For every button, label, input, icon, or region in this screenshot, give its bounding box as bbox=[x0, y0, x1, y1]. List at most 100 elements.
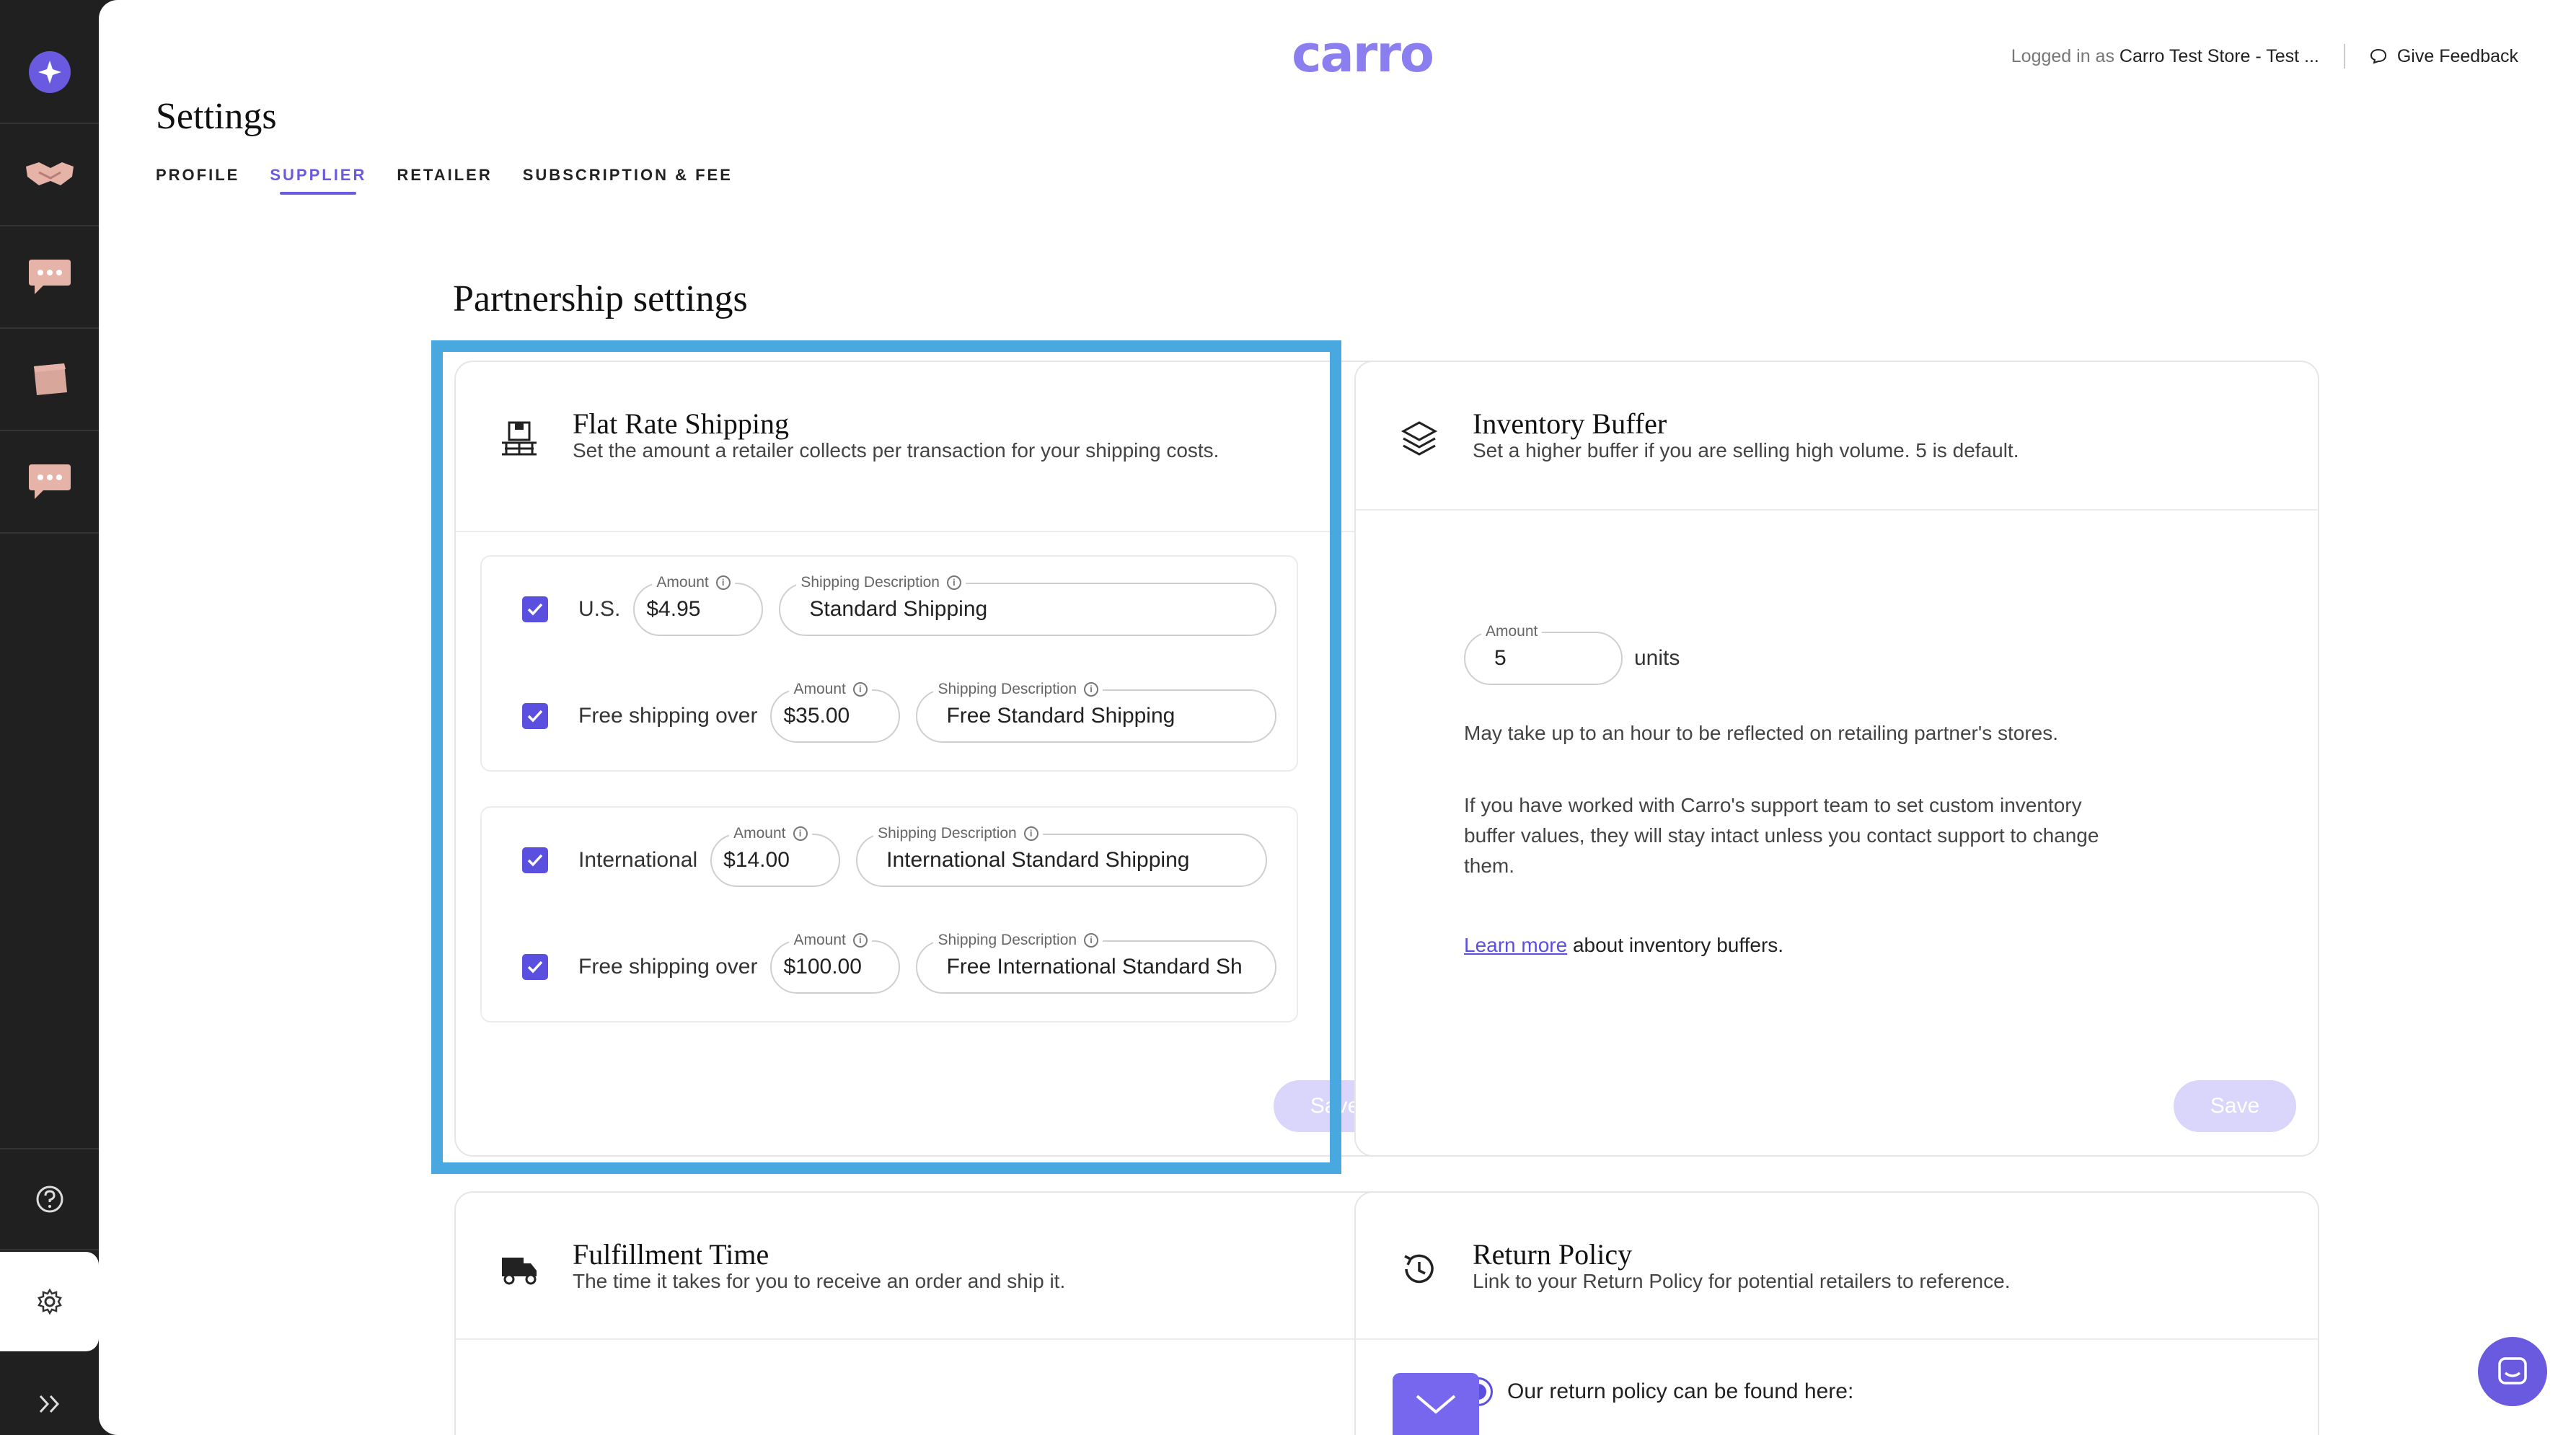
learn-more-suffix: about inventory buffers. bbox=[1567, 934, 1784, 956]
card-header-text: Return Policy Link to your Return Policy… bbox=[1473, 1239, 2010, 1292]
row-label: U.S. bbox=[578, 597, 621, 621]
tab-supplier[interactable]: SUPPLIER bbox=[270, 166, 366, 195]
info-icon: i bbox=[1023, 826, 1038, 841]
amount-label: Amount bbox=[1481, 623, 1543, 640]
section-title: Partnership settings bbox=[453, 278, 748, 319]
chat-launcher-button[interactable] bbox=[2478, 1337, 2547, 1406]
amount-field[interactable]: Amount i $35.00 bbox=[770, 681, 901, 743]
info-icon: i bbox=[852, 933, 868, 948]
amount-field[interactable]: Amount i $4.95 bbox=[633, 574, 764, 636]
shipping-description-field[interactable]: Shipping Description i Standard Shipping bbox=[779, 574, 1277, 636]
card-title: Flat Rate Shipping bbox=[573, 407, 789, 440]
card-subtitle: Set a higher buffer if you are selling h… bbox=[1473, 439, 2019, 462]
learn-more-text: Learn more about inventory buffers. bbox=[1464, 930, 1783, 961]
return-policy-option-label: Our return policy can be found here: bbox=[1507, 1379, 1854, 1403]
shipping-description-field[interactable]: Shipping Description i Free Standard Ship… bbox=[916, 681, 1277, 743]
sparkle-icon bbox=[28, 51, 71, 93]
inventory-note-2: If you have worked with Carro's support … bbox=[1464, 794, 2099, 877]
info-icon: i bbox=[852, 682, 868, 697]
info-icon: i bbox=[946, 575, 961, 590]
divider bbox=[2343, 44, 2345, 69]
international-shipping-group: International Amount i $14.00 Shipping De… bbox=[480, 806, 1298, 1023]
amount-label-text: Amount bbox=[733, 825, 786, 842]
shipping-description-label: Shipping Description i bbox=[873, 825, 1043, 842]
shipping-description-label: Shipping Description i bbox=[933, 681, 1103, 698]
sidebar-item-assistant[interactable] bbox=[0, 22, 99, 124]
layers-icon bbox=[1401, 421, 1438, 456]
inventory-note-1: May take up to an hour to be reflected o… bbox=[1464, 722, 2059, 744]
settings-tabs: PROFILE SUPPLIER RETAILER SUBSCRIPTION &… bbox=[156, 166, 733, 195]
card-title: Return Policy bbox=[1473, 1238, 1633, 1271]
chat-bubble-icon bbox=[28, 260, 71, 294]
chevron-down-icon bbox=[1416, 1395, 1456, 1414]
check-icon bbox=[527, 961, 543, 973]
card-header: Inventory Buffer Set a higher buffer if … bbox=[1356, 362, 2318, 511]
inventory-save-button[interactable]: Save bbox=[2174, 1080, 2296, 1132]
row-label: International bbox=[578, 848, 698, 872]
sidebar bbox=[0, 0, 99, 1435]
card-header-text: Fulfillment Time The time it takes for y… bbox=[573, 1239, 1065, 1292]
tab-retailer[interactable]: RETAILER bbox=[397, 166, 492, 195]
us-free-checkbox[interactable] bbox=[522, 703, 548, 729]
tab-profile[interactable]: PROFILE bbox=[156, 166, 239, 195]
inventory-amount-value: 5 bbox=[1494, 646, 1507, 670]
main-content: carro Logged in as Carro Test Store - Te… bbox=[99, 0, 2576, 1435]
sidebar-expand-button[interactable] bbox=[0, 1353, 99, 1435]
learn-more-link[interactable]: Learn more bbox=[1464, 934, 1567, 956]
sidebar-item-messages[interactable] bbox=[0, 226, 99, 329]
units-label: units bbox=[1634, 646, 1680, 670]
page-title: Settings bbox=[156, 96, 277, 137]
card-header: Flat Rate Shipping Set the amount a reta… bbox=[456, 362, 1418, 532]
amount-field[interactable]: Amount i $14.00 bbox=[710, 825, 841, 887]
row-label: Free shipping over bbox=[578, 955, 758, 979]
logged-in-store: Carro Test Store - Test ... bbox=[2119, 45, 2319, 66]
shipping-description-field[interactable]: Shipping Description i International Stan… bbox=[856, 825, 1268, 887]
amount-label-text: Amount bbox=[793, 681, 846, 697]
give-feedback-link[interactable]: Give Feedback bbox=[2370, 46, 2518, 67]
desc-label-text: Shipping Description bbox=[938, 932, 1077, 948]
shipping-description-field[interactable]: Shipping Description i Free International… bbox=[916, 932, 1277, 994]
scroll-down-tab[interactable] bbox=[1393, 1373, 1479, 1435]
sidebar-item-settings[interactable] bbox=[0, 1252, 99, 1351]
shipping-row-us-free: Free shipping over Amount i $35.00 Shippi… bbox=[522, 681, 1277, 743]
card-header-text: Inventory Buffer Set a higher buffer if … bbox=[1473, 408, 2019, 462]
sidebar-item-partners[interactable] bbox=[0, 124, 99, 226]
sidebar-item-products[interactable] bbox=[0, 329, 99, 431]
sidebar-item-chat[interactable] bbox=[0, 431, 99, 534]
info-icon: i bbox=[1084, 933, 1099, 948]
card-subtitle: The time it takes for you to receive an … bbox=[573, 1270, 1066, 1292]
shipping-description-label: Shipping Description i bbox=[933, 932, 1103, 949]
amount-label: Amount i bbox=[652, 574, 735, 591]
us-shipping-group: U.S. Amount i $4.95 Shipping Description i… bbox=[480, 555, 1298, 772]
return-policy-option[interactable]: Our return policy can be found here: bbox=[1464, 1377, 1853, 1406]
check-icon bbox=[527, 603, 543, 616]
logged-in-text: Logged in as Carro Test Store - Test ... bbox=[2011, 46, 2319, 67]
amount-label-text: Amount bbox=[793, 932, 846, 948]
description-value: Free International Standard Sh bbox=[946, 955, 1243, 979]
us-checkbox[interactable] bbox=[522, 596, 548, 622]
fulfillment-time-card: Fulfillment Time The time it takes for y… bbox=[454, 1191, 1419, 1435]
description-value: Standard Shipping bbox=[809, 597, 988, 621]
card-header: Return Policy Link to your Return Policy… bbox=[1356, 1193, 2318, 1340]
amount-field[interactable]: Amount i $100.00 bbox=[770, 932, 901, 994]
tab-subscription-fee[interactable]: SUBSCRIPTION & FEE bbox=[523, 166, 733, 195]
info-icon: i bbox=[1084, 682, 1099, 697]
box-icon bbox=[33, 363, 67, 395]
card-subtitle: Set the amount a retailer collects per t… bbox=[573, 439, 1219, 462]
give-feedback-label: Give Feedback bbox=[2396, 45, 2518, 66]
international-free-checkbox[interactable] bbox=[522, 954, 548, 980]
sidebar-item-help[interactable] bbox=[0, 1148, 99, 1250]
card-header-text: Flat Rate Shipping Set the amount a reta… bbox=[573, 408, 1279, 462]
speech-bubble-icon bbox=[2370, 48, 2386, 64]
card-title: Fulfillment Time bbox=[573, 1238, 769, 1271]
shipping-pallet-icon bbox=[502, 421, 537, 456]
desc-label-text: Shipping Description bbox=[938, 681, 1077, 697]
international-checkbox[interactable] bbox=[522, 847, 548, 873]
flat-rate-shipping-card: Flat Rate Shipping Set the amount a reta… bbox=[454, 361, 1419, 1157]
logged-in-prefix: Logged in as bbox=[2011, 45, 2120, 66]
description-value: Free Standard Shipping bbox=[946, 704, 1175, 728]
inventory-amount-field[interactable]: Amount 5 bbox=[1464, 623, 1623, 685]
description-value: International Standard Shipping bbox=[886, 848, 1190, 872]
gear-icon bbox=[37, 1288, 62, 1315]
info-icon: i bbox=[715, 575, 731, 590]
